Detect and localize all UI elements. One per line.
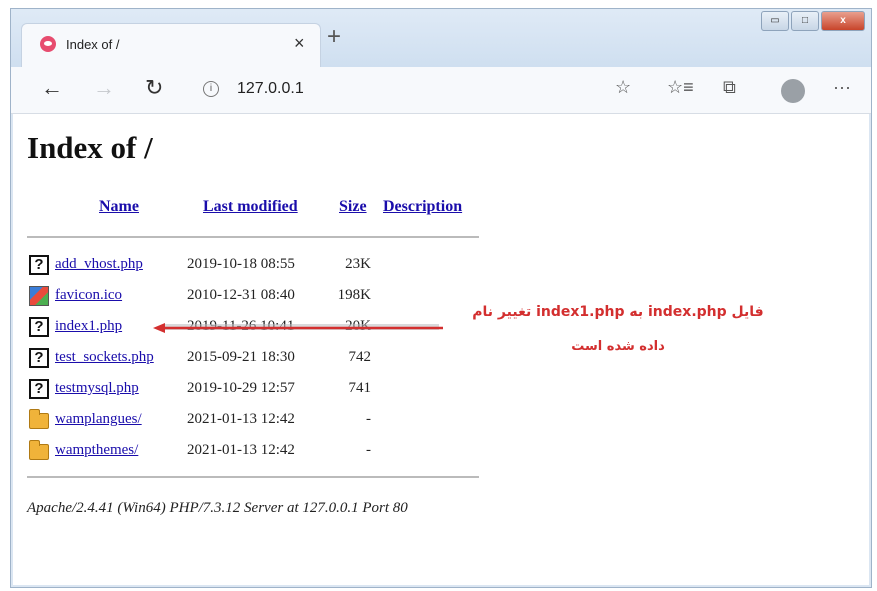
file-size: 23K — [345, 256, 371, 272]
column-header-description: Description — [383, 198, 462, 216]
file-size: - — [366, 411, 371, 427]
annotation-line-1: فایل index.php به index1.php تغییر نام — [472, 304, 764, 320]
file-link[interactable]: add_vhost.php — [55, 256, 143, 273]
file-modified: 2021-01-13 12:42 — [187, 411, 295, 427]
footer-divider — [27, 476, 479, 478]
window-controls: ▭ □ x — [761, 11, 865, 31]
file-size: 741 — [348, 380, 372, 396]
sort-by-name-link[interactable]: Name — [99, 198, 139, 215]
unknown-file-icon: ? — [29, 317, 49, 337]
column-header-last-modified: Last modified — [203, 198, 298, 216]
file-modified: 2019-10-29 12:57 — [187, 380, 295, 396]
close-window-button[interactable]: x — [821, 11, 865, 31]
new-tab-button[interactable]: + — [327, 23, 341, 51]
header-divider — [27, 236, 479, 238]
unknown-file-icon: ? — [29, 255, 49, 275]
unknown-file-icon: ? — [29, 348, 49, 368]
favorite-star-icon[interactable]: ☆ — [615, 77, 631, 98]
file-size: 742 — [348, 349, 372, 365]
folder-link[interactable]: wamplangues/ — [55, 411, 142, 428]
annotation-line-2: داده شده است — [571, 339, 665, 354]
reload-button[interactable]: ↻ — [145, 75, 163, 101]
file-link[interactable]: test_sockets.php — [55, 349, 154, 366]
more-menu-icon[interactable]: ··· — [833, 77, 851, 98]
server-signature: Apache/2.4.41 (Win64) PHP/7.3.12 Server … — [27, 500, 408, 516]
file-modified: 2015-09-21 18:30 — [187, 349, 295, 365]
browser-window: Index of / × + ▭ □ x ← → ↻ i 127.0.0.1 ☆… — [10, 8, 872, 588]
address-bar[interactable]: i 127.0.0.1 — [189, 76, 569, 104]
column-header-size: Size — [339, 198, 367, 216]
file-link[interactable]: favicon.ico — [55, 287, 122, 304]
forward-button[interactable]: → — [93, 75, 115, 101]
tab-close-icon[interactable]: × — [294, 33, 305, 54]
folder-link[interactable]: wampthemes/ — [55, 442, 138, 459]
favorites-list-icon[interactable]: ☆≡ — [667, 77, 694, 98]
sort-by-description-link[interactable]: Description — [383, 198, 462, 215]
page-title: Index of / — [27, 130, 153, 165]
back-button[interactable]: ← — [41, 75, 63, 101]
profile-avatar[interactable] — [781, 79, 805, 103]
unknown-file-icon: ? — [29, 379, 49, 399]
site-info-icon[interactable]: i — [203, 81, 219, 97]
file-modified: 2021-01-13 12:42 — [187, 442, 295, 458]
file-link[interactable]: testmysql.php — [55, 380, 139, 397]
sort-by-last-modified-link[interactable]: Last modified — [203, 198, 298, 215]
address-url[interactable]: 127.0.0.1 — [237, 80, 304, 98]
minimize-button[interactable]: ▭ — [761, 11, 789, 31]
tab-title: Index of / — [66, 37, 120, 52]
site-favicon-icon — [40, 36, 56, 52]
sort-by-size-link[interactable]: Size — [339, 198, 367, 215]
file-size: - — [366, 442, 371, 458]
annotation-arrow — [153, 323, 443, 333]
title-bar: Index of / × + ▭ □ x — [11, 9, 871, 67]
image-file-icon — [29, 286, 49, 306]
page-content: Index of / Name Last modified Size Descr… — [13, 114, 869, 585]
tab-index[interactable]: Index of / × — [21, 23, 321, 67]
file-size: 198K — [337, 287, 371, 303]
navigation-toolbar: ← → ↻ i 127.0.0.1 ☆ ☆≡ ⧉ ··· — [11, 67, 871, 114]
file-modified: 2019-10-18 08:55 — [187, 256, 295, 272]
maximize-button[interactable]: □ — [791, 11, 819, 31]
folder-icon — [29, 440, 49, 460]
folder-icon — [29, 409, 49, 429]
collections-icon[interactable]: ⧉ — [723, 77, 736, 98]
file-link[interactable]: index1.php — [55, 318, 122, 335]
column-header-name: Name — [99, 198, 139, 216]
file-modified: 2010-12-31 08:40 — [187, 287, 295, 303]
